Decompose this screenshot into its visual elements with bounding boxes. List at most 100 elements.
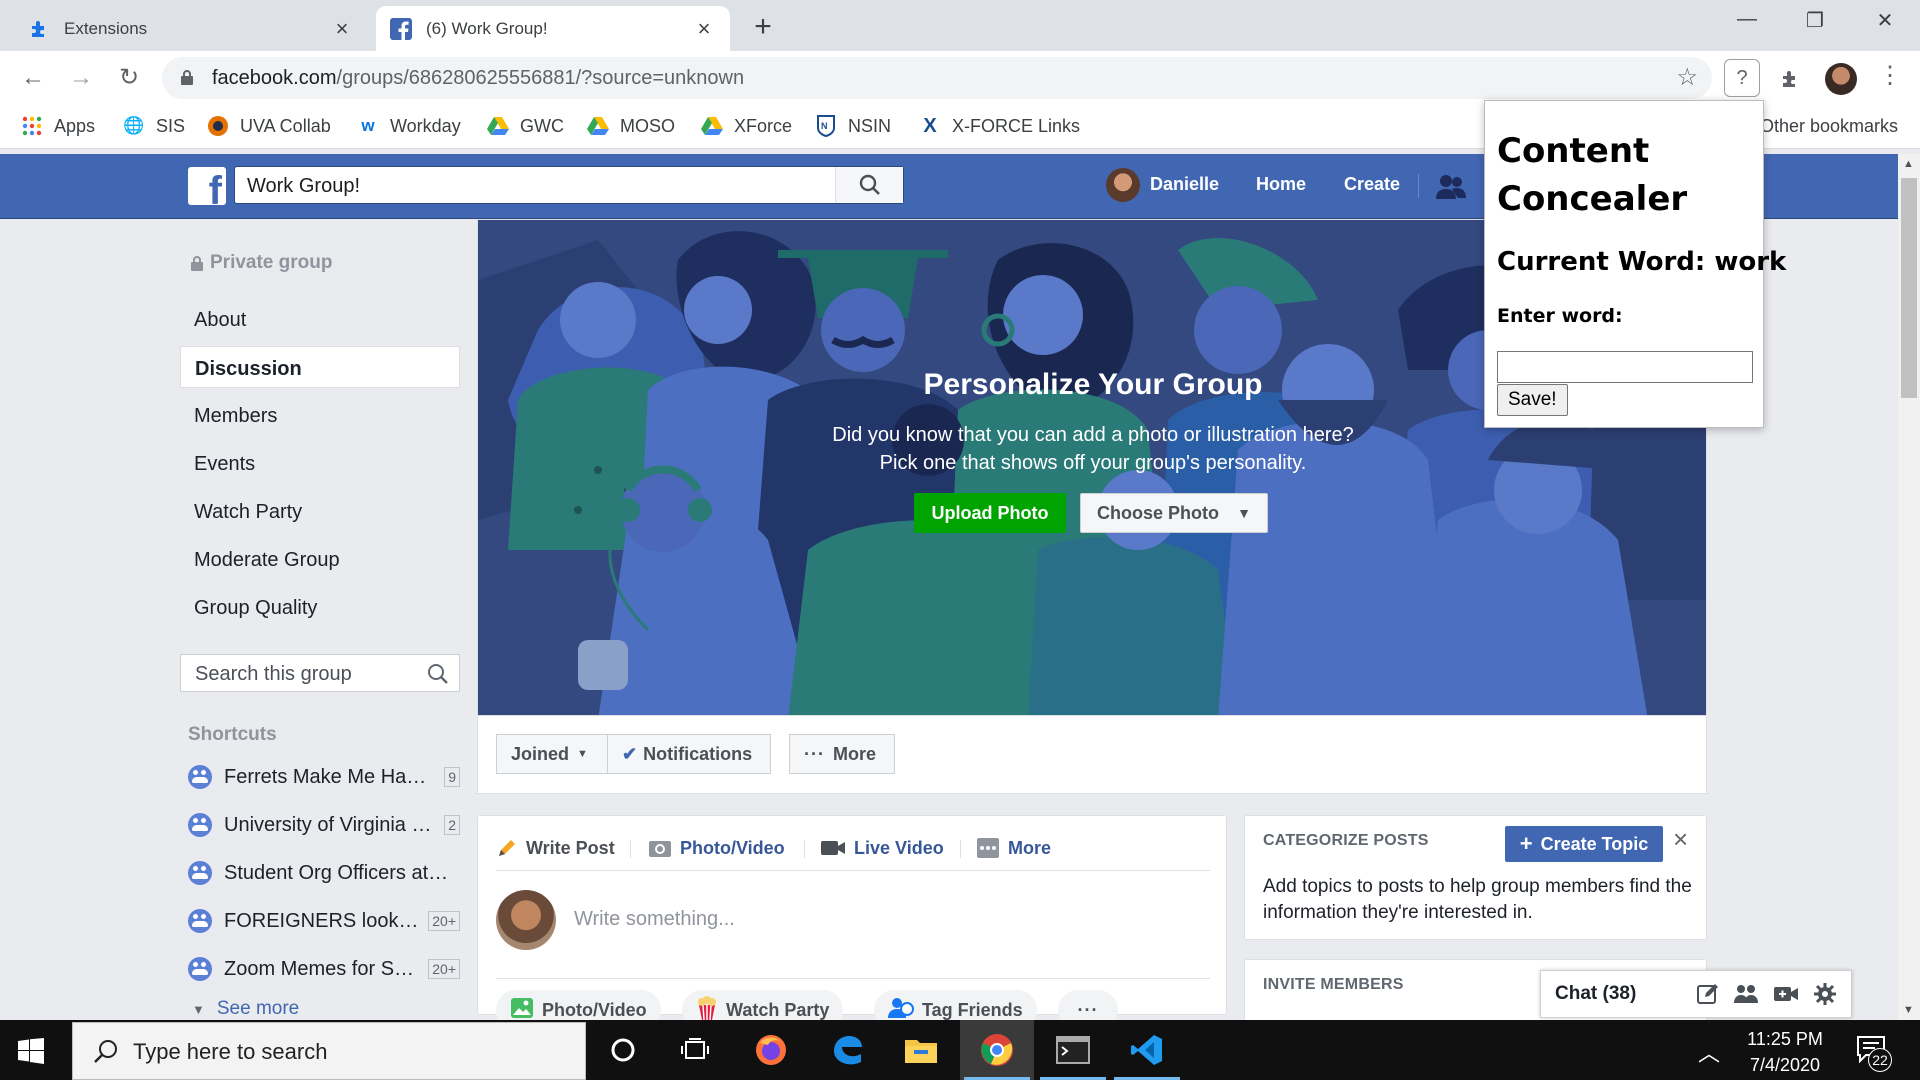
nav-item-group-quality[interactable]: Group Quality	[180, 586, 460, 628]
pill-label: Watch Party	[726, 999, 830, 1020]
search-icon[interactable]	[835, 167, 903, 203]
window-close-icon[interactable]: ✕	[1870, 8, 1900, 33]
forward-arrow-icon[interactable]: →	[66, 63, 96, 93]
help-extension-icon[interactable]: ?	[1724, 59, 1760, 97]
composer-divider	[496, 870, 1210, 871]
firefox-icon[interactable]	[734, 1020, 808, 1080]
chevron-up-icon[interactable]: ︿	[1698, 1036, 1720, 1068]
choose-photo-button[interactable]: Choose Photo ▼	[1080, 493, 1268, 533]
bookmark-apps[interactable]: Apps	[20, 113, 95, 139]
profile-link[interactable]: Danielle	[1150, 174, 1219, 195]
tab-title: (6) Work Group!	[426, 18, 548, 38]
windows-start-icon[interactable]	[18, 1038, 44, 1069]
home-link[interactable]: Home	[1256, 174, 1306, 195]
see-more-link[interactable]: ▼ See more	[192, 998, 299, 1020]
other-bookmarks[interactable]: Other bookmarks	[1760, 113, 1898, 139]
reload-icon[interactable]: ↻	[114, 63, 144, 93]
notifications-button[interactable]: ✔ Notifications	[607, 734, 771, 774]
taskbar-search-input[interactable]: Type here to search	[72, 1022, 586, 1080]
cortana-icon[interactable]	[586, 1020, 660, 1080]
group-chat-icon[interactable]	[1733, 983, 1759, 1005]
user-avatar[interactable]	[1106, 168, 1140, 202]
group-search-input[interactable]: Search this group	[180, 654, 460, 692]
search-icon[interactable]	[427, 663, 449, 690]
nav-item-discussion[interactable]: Discussion	[180, 346, 460, 388]
shortcut-item[interactable]: Zoom Memes for Self Quaranteens 20+	[188, 954, 460, 984]
joined-button[interactable]: Joined ▼	[496, 734, 608, 774]
page-scrollbar[interactable]: ▲ ▼	[1898, 154, 1920, 1020]
tab-label: Live Video	[854, 837, 944, 858]
tab-work-group[interactable]: (6) Work Group! ×	[376, 6, 730, 51]
shortcut-item[interactable]: University of Virginia Class of 2023 2	[188, 810, 460, 840]
word-input[interactable]	[1497, 351, 1753, 383]
tab-extensions[interactable]: Extensions ×	[14, 6, 368, 51]
new-message-icon[interactable]	[1697, 983, 1719, 1005]
tab-live-video[interactable]: Live Video	[820, 828, 944, 868]
nav-item-about[interactable]: About	[180, 298, 460, 340]
nav-item-events[interactable]: Events	[180, 442, 460, 484]
bookmark-uva-collab[interactable]: UVA Collab	[206, 113, 331, 139]
vscode-icon[interactable]	[1110, 1020, 1184, 1080]
video-call-icon[interactable]	[1773, 984, 1799, 1004]
create-link[interactable]: Create	[1344, 174, 1400, 195]
shortcut-count: 9	[444, 767, 460, 787]
tab-more[interactable]: More	[976, 828, 1051, 868]
bookmark-sis[interactable]: 🌐 SIS	[122, 113, 185, 139]
task-view-icon[interactable]	[658, 1020, 732, 1080]
tab-write-post[interactable]: Write Post	[496, 828, 615, 868]
shortcut-label: Student Org Officers at UVA	[224, 861, 460, 884]
user-avatar	[496, 890, 556, 950]
facebook-logo-icon[interactable]: f	[188, 167, 226, 205]
scrollbar-thumb[interactable]	[1901, 178, 1917, 398]
post-text-input[interactable]: Write something...	[574, 908, 735, 931]
browser-tab-strip: Extensions × (6) Work Group! × + — ❐ ✕	[0, 0, 1920, 51]
bookmark-workday[interactable]: w Workday	[356, 113, 460, 139]
bookmark-moso[interactable]: MOSO	[586, 113, 675, 139]
bookmark-nsin[interactable]: N NSIN	[814, 113, 891, 139]
chrome-icon[interactable]	[960, 1020, 1034, 1080]
caret-down-icon: ▼	[1237, 505, 1251, 521]
nav-item-watch-party[interactable]: Watch Party	[180, 490, 460, 532]
create-topic-button[interactable]: + Create Topic	[1505, 826, 1663, 862]
file-explorer-icon[interactable]	[884, 1020, 958, 1080]
bookmark-label: SIS	[156, 115, 186, 136]
minimize-icon[interactable]: —	[1732, 8, 1762, 31]
settings-gear-icon[interactable]	[1813, 982, 1837, 1006]
close-icon[interactable]: ×	[330, 16, 354, 42]
save-button[interactable]: Save!	[1497, 384, 1568, 416]
edge-icon[interactable]	[810, 1020, 884, 1080]
chat-bar[interactable]: Chat (38)	[1540, 970, 1852, 1018]
tab-label: Write Post	[526, 837, 615, 858]
more-button[interactable]: ··· More	[789, 734, 895, 774]
upload-photo-button[interactable]: Upload Photo	[914, 493, 1066, 533]
lock-icon	[181, 70, 193, 85]
bookmark-xforce[interactable]: XForce	[700, 113, 792, 139]
chrome-menu-icon[interactable]: ⋮	[1878, 61, 1902, 90]
terminal-icon[interactable]	[1036, 1020, 1110, 1080]
action-center-icon[interactable]: 22	[1856, 1034, 1892, 1072]
shortcut-item[interactable]: Student Org Officers at UVA	[188, 858, 460, 888]
scroll-down-icon[interactable]: ▼	[1903, 1004, 1914, 1016]
restore-icon[interactable]: ❐	[1800, 8, 1830, 33]
profile-avatar[interactable]	[1825, 63, 1857, 95]
nav-item-members[interactable]: Members	[180, 394, 460, 436]
taskbar-clock[interactable]: 11:25 PM 7/4/2020	[1730, 1026, 1840, 1078]
address-bar[interactable]: facebook.com/groups/686280625556881/?sou…	[162, 57, 1712, 99]
clock-date: 7/4/2020	[1749, 1055, 1821, 1075]
extensions-puzzle-icon[interactable]	[1772, 61, 1808, 97]
shortcut-item[interactable]: FOREIGNERS looking for roommates 20+	[188, 906, 460, 936]
tab-photo-video[interactable]: Photo/Video	[648, 828, 785, 868]
nav-item-moderate-group[interactable]: Moderate Group	[180, 538, 460, 580]
bookmark-gwc[interactable]: GWC	[486, 113, 564, 139]
card-heading: INVITE MEMBERS	[1263, 976, 1404, 993]
back-arrow-icon[interactable]: ←	[18, 63, 48, 93]
facebook-search-input[interactable]: Work Group!	[234, 166, 904, 204]
scroll-up-icon[interactable]: ▲	[1903, 158, 1914, 170]
new-tab-button[interactable]: +	[748, 10, 778, 44]
bookmark-star-icon[interactable]: ☆	[1676, 63, 1698, 92]
close-icon[interactable]: ×	[1673, 824, 1688, 855]
shortcut-item[interactable]: Ferrets Make Me Happy 9	[188, 762, 460, 792]
bookmark-xforce-links[interactable]: X X-FORCE Links	[918, 113, 1080, 139]
close-icon[interactable]: ×	[692, 16, 716, 42]
friend-requests-icon[interactable]	[1436, 174, 1466, 205]
